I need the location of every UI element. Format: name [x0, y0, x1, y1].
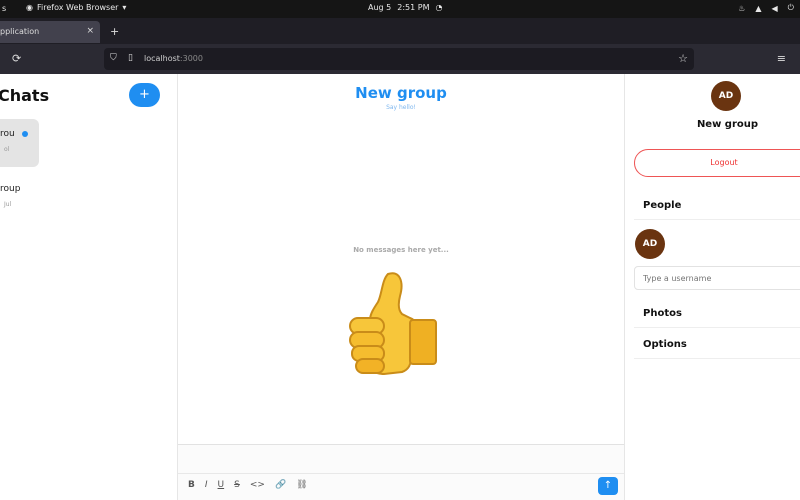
- firefox-app-icon: ◉: [26, 3, 33, 12]
- empty-state-text: No messages here yet...: [353, 246, 449, 254]
- photos-label: Photos: [643, 308, 682, 319]
- clock[interactable]: Aug 5 2:51 PM ◔: [368, 3, 442, 12]
- page-icon[interactable]: ▯: [128, 53, 133, 63]
- volume-icon: ◀: [771, 3, 778, 13]
- bold-icon[interactable]: B: [188, 480, 195, 490]
- username-input[interactable]: [634, 266, 800, 290]
- clock-icon: ◔: [435, 3, 443, 12]
- url-text[interactable]: localhost:3000: [144, 54, 203, 63]
- browser-tab-strip: pplication × +: [0, 18, 800, 44]
- composer-divider: [178, 473, 624, 474]
- add-chat-button[interactable]: +: [129, 83, 160, 107]
- chat-meta: Jul: [4, 201, 12, 208]
- attachment-icon[interactable]: ⛓: [296, 480, 307, 490]
- power-icon: ⏻: [787, 3, 794, 12]
- chats-sidebar: Chats + rou ol roup Jul: [0, 74, 178, 500]
- link-icon[interactable]: 🔗: [275, 480, 286, 490]
- message-input[interactable]: [178, 445, 624, 473]
- photos-section[interactable]: Photos: [634, 300, 800, 328]
- member-avatar[interactable]: AD: [635, 229, 665, 259]
- menu-icon[interactable]: ≡: [777, 52, 786, 65]
- unread-indicator: [22, 131, 28, 137]
- url-path: :3000: [179, 54, 203, 63]
- url-bar[interactable]: ⛉ ▯ localhost:3000 ☆: [104, 48, 694, 70]
- network-icon: ▲: [755, 3, 762, 13]
- time: 2:51 PM: [397, 3, 430, 12]
- people-section[interactable]: People: [634, 192, 800, 220]
- italic-icon[interactable]: I: [205, 480, 208, 490]
- logout-button[interactable]: Logout: [634, 149, 800, 177]
- activities-button[interactable]: s: [2, 4, 6, 13]
- app-menu[interactable]: ◉ Firefox Web Browser ▾: [26, 3, 126, 12]
- close-icon[interactable]: ×: [86, 26, 94, 36]
- chat-window: New group Say hello! No messages here ye…: [178, 74, 624, 500]
- group-settings-panel: AD New group Logout People AD Photos Opt…: [624, 74, 800, 500]
- code-icon[interactable]: <>: [250, 480, 265, 490]
- tab-title: pplication: [0, 27, 40, 36]
- underline-icon[interactable]: U: [218, 480, 225, 490]
- group-name: New group: [696, 119, 759, 130]
- system-tray[interactable]: ♨ ▲ ◀ ⏻: [738, 3, 794, 13]
- group-avatar: AD: [711, 81, 741, 111]
- chat-meta: ol: [4, 146, 10, 153]
- options-label: Options: [643, 339, 687, 350]
- send-button[interactable]: ↑: [598, 477, 618, 495]
- chat-list-item[interactable]: rou ol: [0, 119, 39, 167]
- chat-list-item[interactable]: roup Jul: [0, 174, 50, 222]
- browser-nav-bar: ⟳ ⛉ ▯ localhost:3000 ☆ ≡: [0, 44, 800, 74]
- strikethrough-icon[interactable]: S: [234, 480, 240, 490]
- new-tab-button[interactable]: +: [110, 25, 119, 38]
- brand-icon: ♨: [738, 3, 746, 13]
- star-icon[interactable]: ☆: [678, 52, 688, 65]
- chevron-down-icon: ▾: [122, 3, 127, 12]
- chats-title: Chats: [0, 86, 50, 105]
- app-name: Firefox Web Browser: [36, 3, 119, 12]
- browser-tab[interactable]: pplication ×: [0, 21, 100, 43]
- reload-icon[interactable]: ⟳: [12, 52, 21, 65]
- format-toolbar: B I U S <> 🔗 ⛓: [188, 480, 308, 490]
- people-label: People: [643, 200, 682, 211]
- os-top-bar: s ◉ Firefox Web Browser ▾ Aug 5 2:51 PM …: [0, 0, 800, 18]
- chat-title: New group: [355, 84, 447, 102]
- date: Aug 5: [368, 3, 392, 12]
- chat-subtitle: Say hello!: [386, 104, 416, 111]
- message-composer: B I U S <> 🔗 ⛓ ↑: [178, 444, 624, 500]
- url-host: localhost: [144, 54, 180, 63]
- chat-name: rou: [0, 129, 15, 139]
- options-section[interactable]: Options: [634, 331, 800, 359]
- chat-name: roup: [0, 184, 21, 194]
- shield-icon[interactable]: ⛉: [110, 53, 117, 63]
- thumbs-up-icon: [349, 272, 437, 376]
